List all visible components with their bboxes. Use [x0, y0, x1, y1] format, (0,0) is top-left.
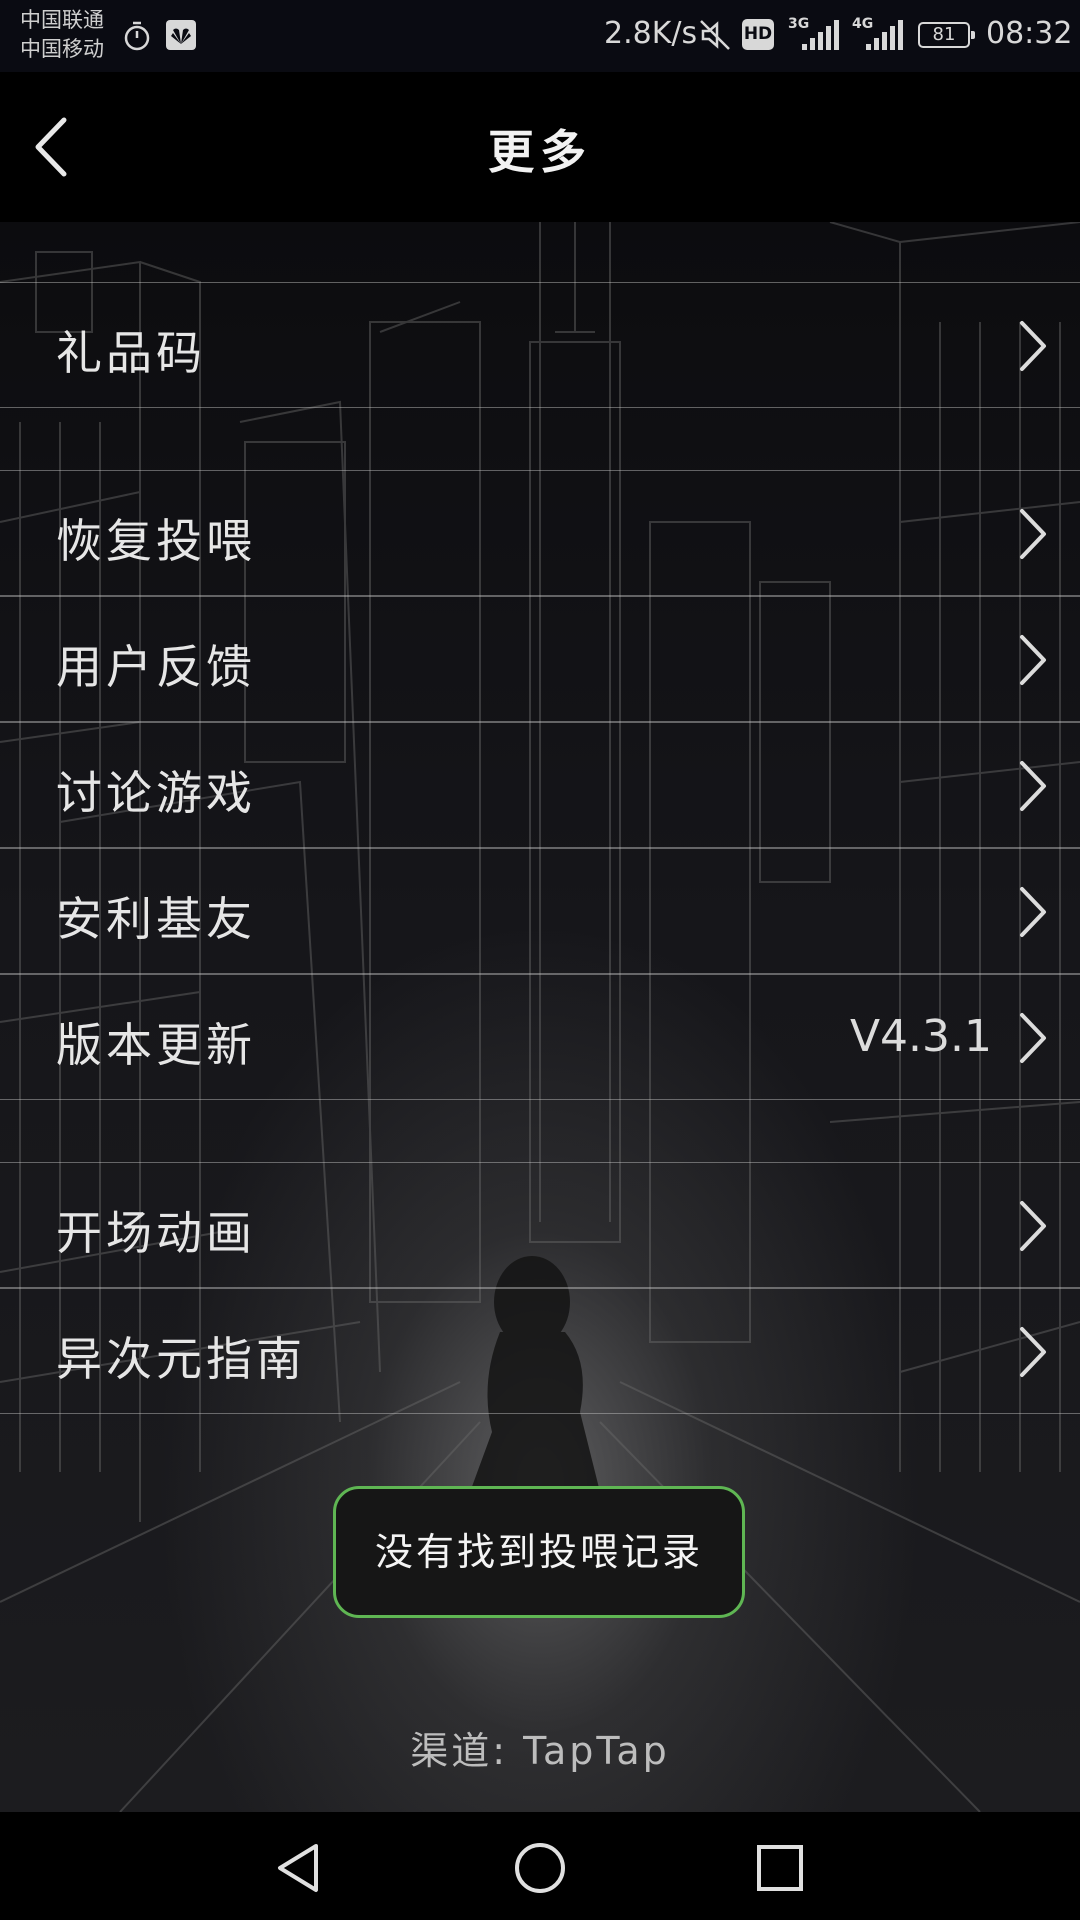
- back-triangle-icon[interactable]: [270, 1838, 330, 1898]
- menu-item-label: 用户反馈: [56, 640, 256, 694]
- menu-item-label: 开场动画: [56, 1206, 256, 1260]
- status-bar: 中国联通 中国移动 2.8K/s HD 3G 4G 81 08:32: [0, 0, 1080, 72]
- header: 更多: [0, 72, 1080, 222]
- menu-item-label: 礼品码: [56, 326, 206, 380]
- menu-item-feedback[interactable]: 用户反馈: [0, 596, 1080, 722]
- main-content: 礼品码 恢复投喂 用户反馈 讨论游戏 安利基友 版本更新 V4.3.1 开场动画…: [0, 222, 1080, 1812]
- menu-item-gift-code[interactable]: 礼品码: [0, 282, 1080, 408]
- menu-item-label: 版本更新: [56, 1018, 256, 1072]
- menu-item-label: 异次元指南: [56, 1332, 306, 1386]
- menu-item-discuss-game[interactable]: 讨论游戏: [0, 722, 1080, 848]
- chevron-right-icon: [1020, 1327, 1046, 1377]
- net-speed: 2.8K/s: [604, 16, 698, 51]
- home-circle-icon[interactable]: [510, 1838, 570, 1898]
- menu-item-opening-animation[interactable]: 开场动画: [0, 1162, 1080, 1288]
- carrier-2: 中国移动: [20, 37, 104, 61]
- chevron-right-icon: [1020, 635, 1046, 685]
- chevron-right-icon: [1020, 1013, 1046, 1063]
- recents-square-icon[interactable]: [750, 1838, 810, 1898]
- channel-label: 渠道: TapTap: [410, 1729, 670, 1773]
- carrier-1: 中国联通: [20, 8, 104, 32]
- toast-message: 没有找到投喂记录: [333, 1486, 745, 1618]
- chevron-right-icon: [1020, 887, 1046, 937]
- menu-item-label: 安利基友: [56, 892, 256, 946]
- huawei-icon: [166, 20, 196, 50]
- page-title: 更多: [488, 125, 592, 179]
- chevron-right-icon: [1020, 761, 1046, 811]
- menu-item-label: 讨论游戏: [56, 766, 256, 820]
- mute-icon: [700, 20, 730, 50]
- signal-icon: [866, 20, 903, 50]
- menu-item-share-friends[interactable]: 安利基友: [0, 848, 1080, 974]
- hd-badge: HD: [742, 19, 774, 50]
- menu-item-label: 恢复投喂: [56, 514, 256, 568]
- menu-item-version-update[interactable]: 版本更新 V4.3.1: [0, 974, 1080, 1100]
- version-number: V4.3.1: [849, 1011, 992, 1062]
- carrier-info: 中国联通 中国移动: [20, 6, 104, 64]
- alarm-icon: [124, 21, 150, 51]
- clock: 08:32: [986, 16, 1073, 51]
- menu-item-restore-purchase[interactable]: 恢复投喂: [0, 470, 1080, 596]
- chevron-right-icon: [1020, 509, 1046, 559]
- signal-icon: [802, 20, 839, 50]
- menu-item-dimension-guide[interactable]: 异次元指南: [0, 1288, 1080, 1414]
- chevron-right-icon: [1020, 321, 1046, 371]
- system-nav-bar: [0, 1812, 1080, 1920]
- battery-icon: 81: [918, 22, 975, 48]
- chevron-right-icon: [1020, 1201, 1046, 1251]
- app-screen: 中国联通 中国移动 2.8K/s HD 3G 4G 81 08:32 更多 礼品…: [0, 0, 1080, 1920]
